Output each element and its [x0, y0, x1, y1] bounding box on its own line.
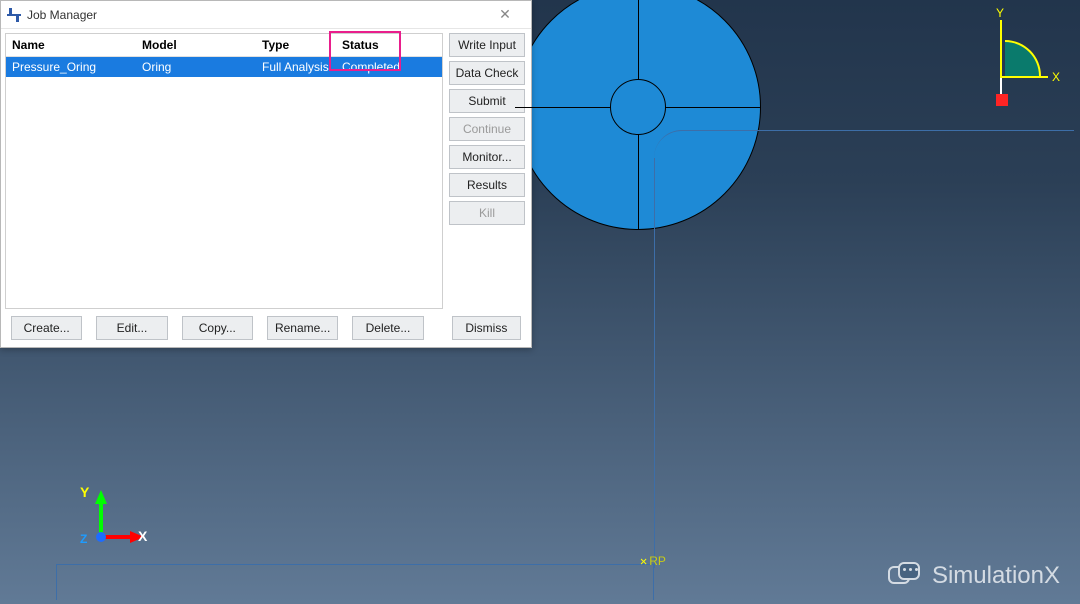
- create-button[interactable]: Create...: [11, 316, 82, 340]
- delete-button[interactable]: Delete...: [352, 316, 423, 340]
- rename-button[interactable]: Rename...: [267, 316, 338, 340]
- geom-vline: [638, 0, 639, 230]
- axis-triad: Y X Z: [80, 490, 160, 570]
- axis-x-label: X: [138, 528, 147, 544]
- job-manager-dialog: Job Manager ✕ Name Model Type Status Pre…: [0, 0, 532, 348]
- side-buttons: Write Input Data Check Submit Continue M…: [447, 29, 531, 309]
- copy-button[interactable]: Copy...: [182, 316, 253, 340]
- watermark-text: SimulationX: [932, 562, 1060, 590]
- table-row[interactable]: Pressure_Oring Oring Full Analysis Compl…: [6, 57, 442, 78]
- kill-button: Kill: [449, 201, 525, 225]
- dialog-title: Job Manager: [27, 8, 97, 22]
- col-status[interactable]: Status: [336, 34, 442, 57]
- submit-button[interactable]: Submit: [449, 89, 525, 113]
- results-button[interactable]: Results: [449, 173, 525, 197]
- wire-top: [654, 130, 1074, 170]
- col-model[interactable]: Model: [136, 34, 256, 57]
- close-icon[interactable]: ✕: [485, 6, 525, 23]
- viewcube-y-label: Y: [996, 6, 1004, 20]
- edit-button[interactable]: Edit...: [96, 316, 167, 340]
- write-input-button[interactable]: Write Input: [449, 33, 525, 57]
- monitor-button[interactable]: Monitor...: [449, 145, 525, 169]
- viewcube-x-label: X: [1052, 70, 1060, 84]
- wire-vert: [654, 158, 782, 568]
- view-cube[interactable]: Y X: [960, 20, 1050, 110]
- job-table[interactable]: Name Model Type Status Pressure_Oring Or…: [5, 33, 443, 309]
- viewport-3d[interactable]: Y X Z Y X ✕RP SimulationX Job Manager ✕: [0, 0, 1080, 604]
- axis-z-label: Z: [80, 532, 87, 546]
- col-type[interactable]: Type: [256, 34, 336, 57]
- reference-point-label: ✕RP: [640, 554, 666, 568]
- dialog-bottom-bar: Create... Edit... Copy... Rename... Dele…: [1, 309, 531, 347]
- col-name[interactable]: Name: [6, 34, 136, 57]
- watermark: SimulationX: [888, 562, 1060, 590]
- data-check-button[interactable]: Data Check: [449, 61, 525, 85]
- axis-y-label: Y: [80, 484, 89, 500]
- cell-status: Completed: [336, 57, 442, 78]
- geom-hline: [515, 107, 761, 108]
- chat-icon: [888, 562, 924, 590]
- app-icon: [7, 8, 21, 22]
- dialog-titlebar[interactable]: Job Manager ✕: [1, 1, 531, 29]
- cell-model: Oring: [136, 57, 256, 78]
- continue-button: Continue: [449, 117, 525, 141]
- cell-name: Pressure_Oring: [6, 57, 136, 78]
- dismiss-button[interactable]: Dismiss: [452, 316, 521, 340]
- cell-type: Full Analysis: [256, 57, 336, 78]
